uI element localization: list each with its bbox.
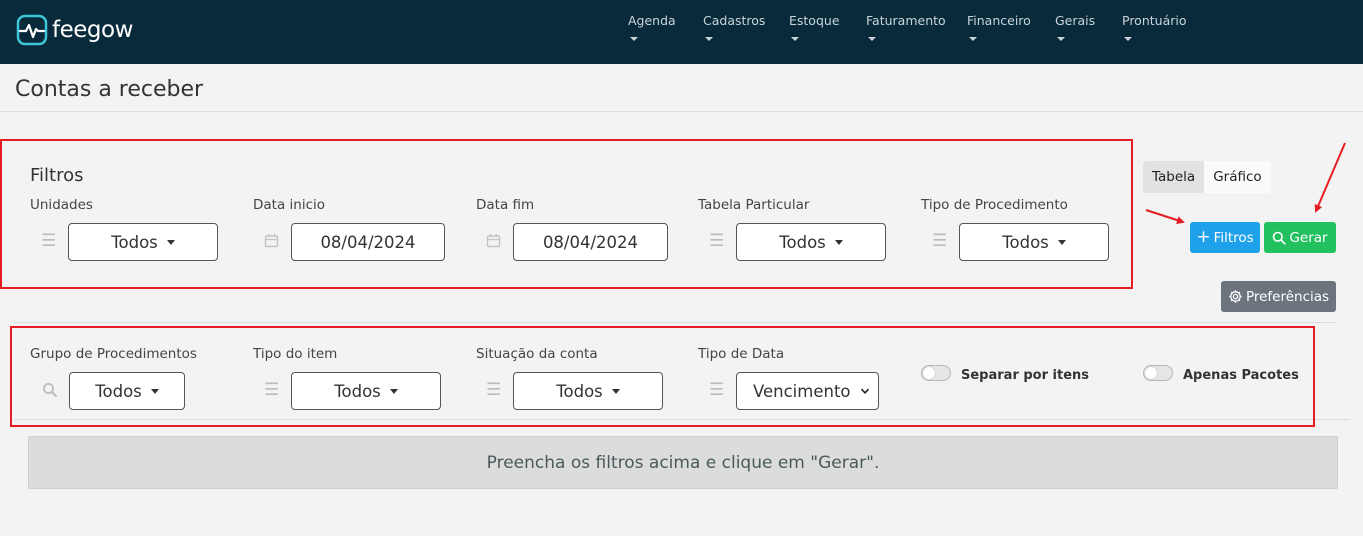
nav-agenda[interactable]: Agenda bbox=[628, 13, 676, 41]
annotation-box-filters-row2 bbox=[10, 326, 1315, 427]
annotation-arrow-gerar bbox=[1314, 142, 1346, 213]
add-filters-button[interactable]: + Filtros bbox=[1190, 222, 1260, 253]
caret-down-icon bbox=[705, 37, 713, 41]
caret-down-icon bbox=[868, 37, 876, 41]
nav-label: Faturamento bbox=[866, 13, 946, 28]
nav-prontuario[interactable]: Prontuário bbox=[1122, 13, 1187, 41]
title-divider bbox=[0, 111, 1363, 112]
top-navbar: feegow Agenda Cadastros Estoque Faturame… bbox=[0, 0, 1363, 64]
tab-tabela[interactable]: Tabela bbox=[1143, 161, 1205, 193]
nav-financeiro[interactable]: Financeiro bbox=[967, 13, 1031, 41]
annotation-arrow-filters bbox=[1145, 209, 1185, 224]
generate-button[interactable]: Gerar bbox=[1264, 222, 1336, 253]
page-title: Contas a receber bbox=[15, 77, 204, 102]
annotation-box-filters-row1 bbox=[0, 139, 1133, 289]
search-icon bbox=[1273, 231, 1287, 245]
view-toggle: Tabela Gráfico bbox=[1143, 161, 1271, 193]
preferences-button[interactable]: Preferências bbox=[1221, 281, 1336, 312]
nav-label: Estoque bbox=[789, 13, 840, 28]
caret-down-icon bbox=[791, 37, 799, 41]
caret-down-icon bbox=[969, 37, 977, 41]
main-nav: Agenda Cadastros Estoque Faturamento Fin… bbox=[0, 13, 1363, 53]
nav-gerais[interactable]: Gerais bbox=[1055, 13, 1096, 41]
empty-state-notice: Preencha os filtros acima e clique em "G… bbox=[28, 436, 1338, 489]
nav-label: Prontuário bbox=[1122, 13, 1187, 28]
nav-faturamento[interactable]: Faturamento bbox=[866, 13, 946, 41]
caret-down-icon bbox=[1057, 37, 1065, 41]
nav-label: Financeiro bbox=[967, 13, 1031, 28]
nav-label: Agenda bbox=[628, 13, 676, 28]
generate-button-label: Gerar bbox=[1289, 229, 1328, 246]
tab-grafico[interactable]: Gráfico bbox=[1204, 161, 1271, 193]
plus-icon: + bbox=[1196, 227, 1211, 247]
preferences-button-label: Preferências bbox=[1245, 288, 1330, 305]
filters-button-label: Filtros bbox=[1213, 229, 1254, 246]
section-divider bbox=[14, 322, 1336, 323]
gear-icon bbox=[1229, 290, 1242, 303]
caret-down-icon bbox=[1124, 37, 1132, 41]
caret-down-icon bbox=[630, 37, 638, 41]
nav-cadastros[interactable]: Cadastros bbox=[703, 13, 766, 41]
nav-label: Gerais bbox=[1055, 13, 1096, 28]
nav-label: Cadastros bbox=[703, 13, 766, 28]
nav-estoque[interactable]: Estoque bbox=[789, 13, 840, 41]
